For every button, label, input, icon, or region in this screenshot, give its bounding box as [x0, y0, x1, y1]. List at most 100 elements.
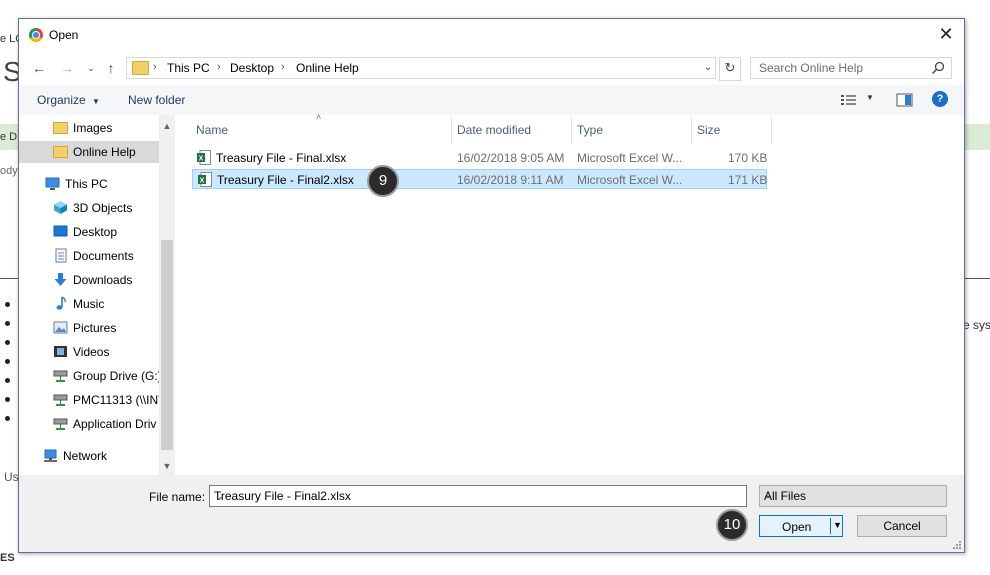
- nav-item-label: Group Drive (G:): [73, 369, 162, 383]
- address-dropdown-chevron-icon[interactable]: ⌄: [699, 57, 717, 79]
- bg-fragment-6: e sys: [963, 318, 990, 332]
- chrome-icon: [29, 28, 43, 42]
- open-button-label: Open: [782, 520, 812, 534]
- file-row-selected[interactable]: X Treasury File - Final2.xlsx 16/02/2018…: [192, 169, 767, 189]
- desktop-icon: [53, 225, 68, 237]
- nav-item-pmc11313[interactable]: PMC11313 (\\INT: [19, 389, 165, 411]
- title-bar[interactable]: Open ✕: [19, 19, 964, 51]
- open-split-divider: [830, 518, 831, 534]
- nav-scrollbar[interactable]: ▲ ▼: [159, 115, 175, 475]
- close-icon[interactable]: ✕: [936, 24, 956, 44]
- file-type-select[interactable]: All Files ⌄: [759, 485, 947, 507]
- column-divider[interactable]: [451, 116, 452, 144]
- svg-text:X: X: [199, 156, 204, 163]
- help-icon[interactable]: ?: [932, 91, 948, 107]
- network-drive-icon: [53, 370, 68, 382]
- forward-arrow-icon[interactable]: →: [57, 59, 77, 77]
- bg-bullet: [5, 397, 10, 402]
- folder-icon: [132, 61, 149, 75]
- recent-locations-chevron-icon[interactable]: ⌄: [81, 59, 101, 77]
- refresh-icon[interactable]: ↻: [719, 57, 741, 81]
- file-name-label: File name:: [149, 490, 206, 504]
- search-input[interactable]: Search Online Help: [750, 57, 952, 79]
- excel-file-icon: X: [197, 150, 211, 165]
- chevron-right-icon[interactable]: ›: [217, 61, 221, 73]
- address-bar[interactable]: › This PC › Desktop › Online Help: [126, 57, 716, 79]
- documents-icon: [55, 248, 67, 263]
- nav-item-pictures[interactable]: Pictures: [19, 317, 159, 339]
- excel-file-icon: X: [198, 172, 212, 187]
- breadcrumb-desktop[interactable]: Desktop: [230, 61, 274, 75]
- sort-ascending-icon: ˄: [316, 112, 322, 122]
- chevron-down-icon: ▼: [92, 97, 100, 106]
- up-arrow-icon[interactable]: ↑: [101, 59, 121, 77]
- column-header-date[interactable]: Date modified: [457, 123, 531, 137]
- scroll-up-icon[interactable]: ▲: [159, 118, 175, 134]
- bg-bullet: [5, 378, 10, 383]
- organize-label: Organize: [37, 93, 86, 107]
- nav-item-music[interactable]: Music: [19, 293, 159, 315]
- column-divider[interactable]: [771, 116, 772, 144]
- breadcrumb-online-help[interactable]: Online Help: [296, 61, 359, 75]
- network-drive-icon: [53, 394, 68, 406]
- back-arrow-icon[interactable]: ←: [29, 59, 49, 77]
- bg-divider-left: [0, 278, 18, 279]
- svg-text:X: X: [200, 178, 205, 185]
- bg-bullet: [5, 416, 10, 421]
- nav-item-label: Pictures: [73, 321, 117, 335]
- nav-item-label: Documents: [73, 249, 134, 263]
- organize-button[interactable]: Organize ▼: [37, 93, 100, 107]
- view-dropdown-chevron-icon[interactable]: ▼: [866, 93, 874, 102]
- nav-item-group-drive[interactable]: Group Drive (G:): [19, 365, 162, 387]
- bg-bullet: [5, 359, 10, 364]
- nav-item-network[interactable]: Network: [19, 445, 159, 467]
- preview-pane-icon[interactable]: [896, 93, 914, 107]
- chevron-down-icon[interactable]: ⌄: [764, 489, 941, 500]
- nav-item-videos[interactable]: Videos: [19, 341, 159, 363]
- nav-item-application-drive[interactable]: Application Driv: [19, 413, 159, 435]
- nav-item-label: Online Help: [73, 145, 136, 159]
- file-name-input[interactable]: Treasury File - Final2.xlsx ⌄: [209, 485, 747, 507]
- search-icon[interactable]: [931, 61, 945, 75]
- open-button[interactable]: Open ▼: [759, 515, 843, 537]
- nav-item-desktop[interactable]: Desktop: [19, 221, 159, 243]
- bg-fragment-3: e D: [0, 131, 18, 143]
- file-size: 170 KB: [728, 151, 768, 165]
- nav-item-3d-objects[interactable]: 3D Objects: [19, 197, 159, 219]
- file-name: Treasury File - Final2.xlsx: [217, 173, 354, 187]
- file-row[interactable]: X Treasury File - Final.xlsx 16/02/2018 …: [192, 148, 767, 168]
- file-name: Treasury File - Final.xlsx: [216, 151, 347, 165]
- nav-item-images[interactable]: Images: [19, 117, 159, 139]
- column-divider[interactable]: [691, 116, 692, 144]
- column-divider[interactable]: [571, 116, 572, 144]
- column-header-name[interactable]: Name: [196, 123, 228, 137]
- chevron-right-icon[interactable]: ›: [153, 61, 157, 73]
- nav-scrollbar-thumb[interactable]: [161, 240, 173, 450]
- computer-icon: [45, 177, 60, 190]
- chevron-right-icon[interactable]: ›: [281, 61, 285, 73]
- breadcrumb-this-pc[interactable]: This PC: [167, 61, 210, 75]
- column-header-type[interactable]: Type: [577, 123, 603, 137]
- bg-bullet: [5, 321, 10, 326]
- cancel-button[interactable]: Cancel: [857, 515, 947, 537]
- callout-badge-10: 10: [716, 509, 748, 541]
- nav-item-label: Network: [63, 449, 108, 463]
- nav-item-downloads[interactable]: Downloads: [19, 269, 159, 291]
- resize-grip-icon[interactable]: [952, 540, 962, 550]
- new-folder-button[interactable]: New folder: [128, 93, 185, 107]
- nav-item-documents[interactable]: Documents: [19, 245, 159, 267]
- file-type: Microsoft Excel W...: [577, 173, 683, 187]
- view-options-icon[interactable]: [840, 93, 858, 107]
- nav-item-online-help[interactable]: Online Help: [19, 141, 159, 163]
- column-header-size[interactable]: Size: [697, 123, 720, 137]
- chevron-down-icon[interactable]: ▼: [833, 520, 842, 530]
- command-toolbar: Organize ▼ New folder ▼ ?: [19, 85, 964, 115]
- callout-badge-9: 9: [367, 165, 399, 197]
- scroll-down-icon[interactable]: ▼: [159, 458, 175, 474]
- download-icon: [54, 273, 67, 286]
- bg-divider-right: [963, 278, 990, 279]
- nav-item-label: This PC: [65, 177, 108, 191]
- dialog-title: Open: [49, 28, 79, 42]
- chevron-down-icon[interactable]: ⌄: [214, 489, 742, 503]
- nav-item-this-pc[interactable]: This PC: [19, 173, 159, 195]
